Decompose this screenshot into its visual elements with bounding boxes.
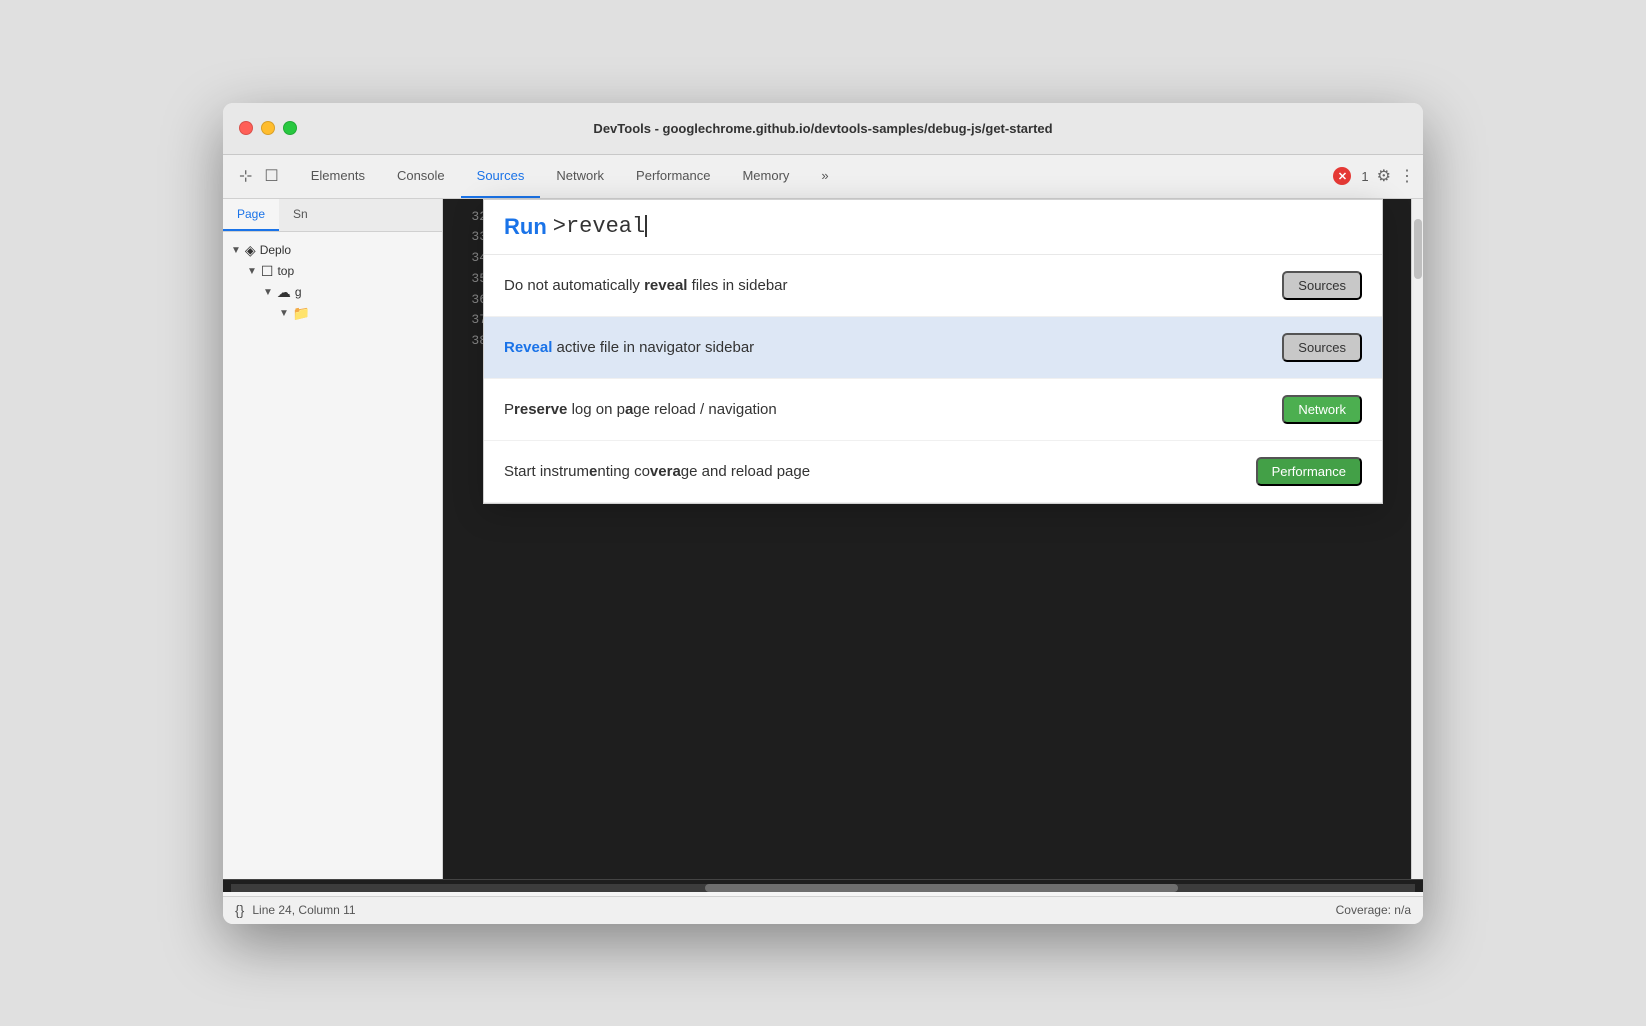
top-icon: ☐ (261, 263, 274, 280)
command-input-row: Run >reveal (484, 200, 1382, 255)
highlight-age: a (625, 401, 633, 418)
command-result-1[interactable]: Do not automatically reveal files in sid… (484, 255, 1382, 317)
tree-children-deploy: ▼ ☐ top ▼ ☁ g ▼ 📁 (227, 261, 438, 324)
tab-elements[interactable]: Elements (295, 155, 381, 198)
sidebar-tabs: Page Sn (223, 199, 442, 232)
error-badge: ✕ (1333, 167, 1351, 185)
highlight-reveal-2: Reveal (504, 339, 552, 356)
more-icon[interactable]: ⋮ (1399, 166, 1415, 186)
command-palette: Run >reveal Do not automatically reveal … (483, 199, 1383, 504)
command-input-text[interactable]: >reveal (553, 214, 647, 239)
maximize-button[interactable] (283, 121, 297, 135)
tree-children-top: ▼ ☁ g ▼ 📁 (243, 282, 438, 324)
tab-memory[interactable]: Memory (726, 155, 805, 198)
highlight-vera: vera (650, 463, 681, 480)
tree-item-g[interactable]: ▼ ☁ g (259, 282, 438, 303)
command-result-2[interactable]: Reveal active file in navigator sidebar … (484, 317, 1382, 379)
status-icon: {} (235, 902, 244, 918)
command-result-3[interactable]: Preserve log on page reload / navigation… (484, 379, 1382, 441)
titlebar: DevTools - googlechrome.github.io/devtoo… (223, 103, 1423, 155)
highlight-reveal-1: reveal (644, 277, 687, 294)
tree-item-top[interactable]: ▼ ☐ top (243, 261, 438, 282)
scrollbar-thumb-h (705, 884, 1179, 892)
highlight-e: e (589, 463, 597, 480)
settings-icon[interactable]: ⚙ (1377, 166, 1391, 186)
cursor (645, 215, 647, 237)
minimize-button[interactable] (261, 121, 275, 135)
sidebar-tab-sn[interactable]: Sn (279, 199, 322, 231)
result-4-text: Start instrumenting coverage and reload … (504, 463, 810, 480)
devtools-window: DevTools - googlechrome.github.io/devtoo… (223, 103, 1423, 924)
main-content: Page Sn ▼ ◈ Deplo ▼ ☐ top (223, 199, 1423, 879)
scrollbar[interactable] (1411, 199, 1423, 879)
tab-sources[interactable]: Sources (461, 155, 541, 198)
tree-item-folder[interactable]: ▼ 📁 (275, 303, 438, 324)
editor-scrollbar[interactable] (231, 884, 1415, 892)
window-title: DevTools - googlechrome.github.io/devtoo… (593, 121, 1052, 136)
g-icon: ☁ (277, 284, 291, 301)
tab-performance[interactable]: Performance (620, 155, 726, 198)
inspect-icon[interactable]: ⊹ (239, 166, 252, 186)
tree-arrow: ▼ (231, 245, 241, 256)
tabbar: ⊹ ☐ Elements Console Sources Network Per… (223, 155, 1423, 199)
statusbar: {} Line 24, Column 11 Coverage: n/a (223, 896, 1423, 924)
highlight-reserve: reserve (514, 401, 567, 418)
status-coverage: Coverage: n/a (1336, 903, 1411, 917)
badge-sources-2[interactable]: Sources (1282, 333, 1362, 362)
result-2-text: Reveal active file in navigator sidebar (504, 339, 754, 356)
tree-arrow: ▼ (279, 308, 289, 319)
run-label: Run (504, 214, 547, 240)
result-1-text: Do not automatically reveal files in sid… (504, 277, 788, 294)
sidebar-tree: ▼ ◈ Deplo ▼ ☐ top ▼ ☁ g (223, 232, 442, 879)
deploy-icon: ◈ (245, 242, 256, 259)
badge-network-3[interactable]: Network (1282, 395, 1362, 424)
toolbar-icons: ⊹ ☐ (231, 155, 287, 198)
error-count: 1 (1361, 169, 1368, 184)
traffic-lights (239, 121, 297, 135)
tree-arrow: ▼ (263, 287, 273, 298)
folder-icon: 📁 (293, 305, 310, 322)
scrollbar-thumb (1414, 219, 1422, 279)
tree-item-deploy[interactable]: ▼ ◈ Deplo (227, 240, 438, 261)
command-palette-overlay[interactable]: Run >reveal Do not automatically reveal … (443, 199, 1423, 879)
tree-children-g: ▼ 📁 (259, 303, 438, 324)
badge-performance-4[interactable]: Performance (1256, 457, 1362, 486)
status-position: Line 24, Column 11 (252, 903, 355, 917)
tab-network[interactable]: Network (540, 155, 620, 198)
tree-arrow: ▼ (247, 266, 257, 277)
tab-more[interactable]: » (805, 155, 844, 198)
badge-sources-1[interactable]: Sources (1282, 271, 1362, 300)
sidebar: Page Sn ▼ ◈ Deplo ▼ ☐ top (223, 199, 443, 879)
command-result-4[interactable]: Start instrumenting coverage and reload … (484, 441, 1382, 503)
device-icon[interactable]: ☐ (264, 166, 278, 186)
tabbar-right: ✕ 1 ⚙ ⋮ (1333, 155, 1415, 198)
close-button[interactable] (239, 121, 253, 135)
tab-console[interactable]: Console (381, 155, 461, 198)
result-3-text: Preserve log on page reload / navigation (504, 401, 777, 418)
sidebar-tab-page[interactable]: Page (223, 199, 279, 231)
